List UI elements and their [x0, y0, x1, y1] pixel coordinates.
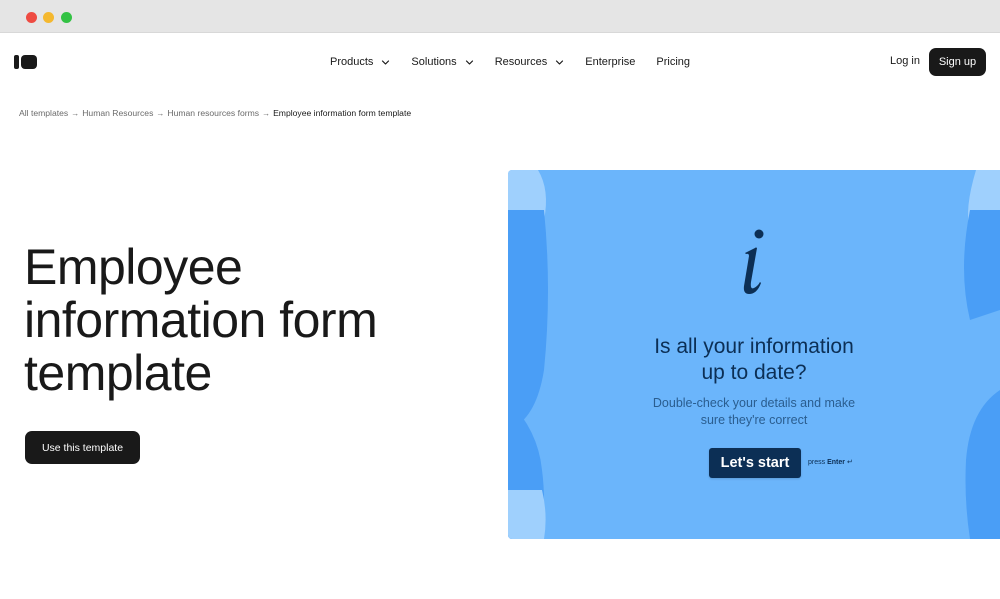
- question-title: Is all your information up to date?: [508, 334, 1000, 386]
- page-title-line: Employee: [24, 239, 243, 295]
- page-title-line: information form: [24, 292, 378, 348]
- menu-item-label: Resources: [494, 56, 548, 68]
- signup-button[interactable]: Sign up: [929, 48, 986, 76]
- breadcrumb: All templates → Human Resources → Human …: [19, 108, 411, 118]
- use-template-button[interactable]: Use this template: [25, 431, 140, 464]
- info-icon: [743, 229, 764, 294]
- menu-item-label: Enterprise: [585, 56, 636, 68]
- menu-item-label: Solutions: [411, 56, 457, 68]
- window-titlebar: [0, 0, 1000, 33]
- chevron-down-icon: [381, 58, 390, 67]
- arrow-right-icon: →: [262, 108, 271, 118]
- minimize-window-icon[interactable]: [43, 12, 54, 23]
- question-title-line: Is all your information: [654, 335, 854, 358]
- breadcrumb-link-all-templates[interactable]: All templates: [19, 108, 68, 118]
- enter-key-icon: ↵: [846, 459, 853, 466]
- menu-item-resources[interactable]: Resources: [495, 56, 565, 68]
- press-enter-hint: press Enter ↵: [808, 458, 853, 466]
- breadcrumb-current: Employee information form template: [273, 108, 412, 118]
- menu-item-enterprise[interactable]: Enterprise: [585, 56, 635, 68]
- question-subtitle-line: Double-check your details and make: [652, 396, 856, 410]
- chevron-down-icon: [465, 58, 474, 67]
- question-title-line: up to date?: [701, 361, 807, 384]
- logo-pill: [21, 55, 37, 69]
- page-title: Employee information form template: [24, 241, 464, 400]
- breadcrumb-link-hr-forms[interactable]: Human resources forms: [167, 108, 259, 118]
- close-window-icon[interactable]: [26, 12, 37, 23]
- top-navigation: Products Solutions Resources Enterprise …: [0, 33, 1000, 91]
- press-hint-prefix: press: [808, 459, 826, 466]
- maximize-window-icon[interactable]: [61, 12, 72, 23]
- brand-logo-icon[interactable]: [14, 55, 37, 69]
- main-menu: Products Solutions Resources Enterprise …: [330, 54, 690, 70]
- logo-bar: [14, 55, 19, 69]
- menu-item-label: Products: [330, 56, 374, 68]
- page-title-line: template: [24, 345, 212, 401]
- menu-item-label: Pricing: [656, 56, 691, 68]
- breadcrumb-link-human-resources[interactable]: Human Resources: [82, 108, 153, 118]
- menu-item-solutions[interactable]: Solutions: [411, 56, 473, 68]
- menu-item-pricing[interactable]: Pricing: [656, 56, 690, 68]
- lets-start-button[interactable]: Let's start: [709, 448, 801, 478]
- arrow-right-icon: →: [156, 108, 165, 118]
- template-preview[interactable]: Is all your information up to date? Doub…: [508, 170, 1000, 539]
- press-hint-key: Enter: [827, 459, 845, 466]
- question-subtitle-line: sure they're correct: [700, 413, 808, 427]
- arrow-right-icon: →: [71, 108, 80, 118]
- question-subtitle: Double-check your details and make sure …: [508, 395, 1000, 429]
- menu-item-products[interactable]: Products: [330, 56, 390, 68]
- chevron-down-icon: [555, 58, 564, 67]
- login-link[interactable]: Log in: [890, 55, 920, 67]
